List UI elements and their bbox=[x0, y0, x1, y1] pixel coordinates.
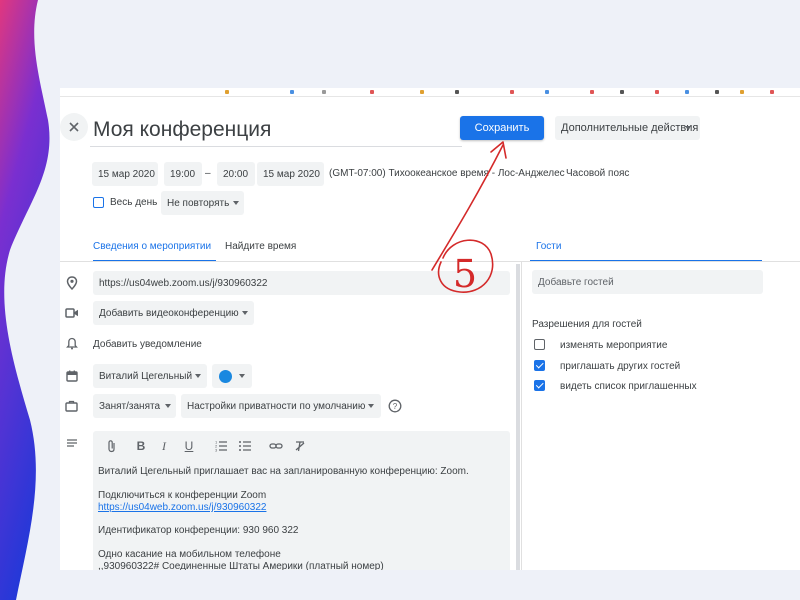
numbered-list-icon[interactable]: 1 2 3 bbox=[214, 439, 228, 453]
calendar-event-editor: Моя конференция Сохранить Дополнительные… bbox=[60, 88, 800, 570]
repeat-dropdown[interactable]: Не повторять bbox=[161, 191, 244, 215]
more-actions-dropdown[interactable]: Дополнительные действия bbox=[555, 116, 700, 140]
description-line: Подключиться к конференции Zoom bbox=[98, 490, 267, 501]
start-time-field[interactable]: 19:00 bbox=[164, 162, 202, 186]
permission-invite-label: приглашать других гостей bbox=[560, 361, 681, 372]
description-editor[interactable]: B I U 1 2 3 Виталий Цегельный приглашает… bbox=[93, 431, 510, 570]
close-button[interactable] bbox=[60, 113, 88, 141]
tab-event-details[interactable]: Сведения о мероприятии bbox=[93, 241, 211, 252]
svg-text:3: 3 bbox=[215, 448, 218, 453]
permission-modify-label: изменять мероприятие bbox=[560, 340, 668, 351]
description-line: ,,930960322# Соединенные Штаты Америки (… bbox=[98, 561, 384, 570]
title-underline bbox=[90, 146, 462, 147]
description-link[interactable]: https://us04web.zoom.us/j/930960322 bbox=[98, 502, 266, 513]
chevron-down-icon bbox=[239, 374, 245, 378]
event-color-swatch bbox=[219, 369, 232, 383]
busy-status-dropdown[interactable]: Занят/занята bbox=[93, 394, 176, 418]
guest-permissions-title: Разрешения для гостей bbox=[532, 319, 642, 330]
privacy-dropdown[interactable]: Настройки приватности по умолчанию bbox=[181, 394, 381, 418]
timezone-link[interactable]: Часовой пояс bbox=[566, 168, 629, 179]
chevron-down-icon bbox=[368, 404, 374, 408]
chevron-down-icon bbox=[165, 404, 171, 408]
more-actions-label: Дополнительные действия bbox=[561, 122, 699, 134]
all-day-checkbox[interactable] bbox=[93, 197, 104, 208]
end-date-field[interactable]: 15 мар 2020 bbox=[257, 162, 324, 186]
all-day-label: Весь день bbox=[110, 197, 158, 208]
busy-status-label: Занят/занята bbox=[99, 400, 161, 412]
calendar-owner-label: Виталий Цегельный bbox=[99, 370, 193, 382]
add-video-label: Добавить видеоконференцию bbox=[99, 307, 239, 319]
event-title-input[interactable]: Моя конференция bbox=[93, 118, 271, 142]
time-range-dash: – bbox=[205, 168, 211, 179]
add-guests-input[interactable]: Добавьте гостей bbox=[532, 270, 763, 294]
panel-divider bbox=[521, 262, 522, 570]
add-notification-link[interactable]: Добавить уведомление bbox=[93, 339, 202, 350]
permission-invite-checkbox[interactable] bbox=[534, 360, 545, 371]
bold-icon[interactable]: B bbox=[134, 439, 148, 453]
tab-guests[interactable]: Гости bbox=[536, 241, 561, 252]
description-line: Идентификатор конференции: 930 960 322 bbox=[98, 525, 299, 536]
chevron-down-icon bbox=[242, 311, 248, 315]
italic-icon[interactable]: I bbox=[157, 439, 171, 453]
help-circle-icon[interactable]: ? bbox=[388, 399, 402, 413]
svg-text:?: ? bbox=[393, 402, 398, 411]
repeat-value: Не повторять bbox=[167, 197, 230, 209]
save-button[interactable]: Сохранить bbox=[460, 116, 544, 140]
description-line: Одно касание на мобильном телефоне bbox=[98, 549, 281, 560]
close-icon bbox=[69, 122, 79, 132]
end-time-field[interactable]: 20:00 bbox=[217, 162, 255, 186]
video-camera-icon bbox=[65, 308, 78, 318]
permission-see-list-label: видеть список приглашенных bbox=[560, 381, 697, 392]
event-color-dropdown[interactable] bbox=[212, 364, 252, 388]
chevron-down-icon bbox=[233, 201, 239, 205]
location-input[interactable]: https://us04web.zoom.us/j/930960322 bbox=[93, 271, 510, 295]
details-scrollbar[interactable] bbox=[516, 264, 520, 570]
chevron-down-icon bbox=[685, 126, 691, 130]
permission-see-list-checkbox[interactable] bbox=[534, 380, 545, 391]
bell-icon bbox=[66, 337, 78, 350]
timezone-label[interactable]: (GMT-07:00) Тихоокеанское время - Лос-Ан… bbox=[329, 168, 565, 179]
bulleted-list-icon[interactable] bbox=[238, 439, 252, 453]
calendar-icon bbox=[66, 370, 78, 382]
briefcase-icon bbox=[65, 400, 78, 412]
clear-formatting-icon[interactable] bbox=[293, 439, 307, 453]
calendar-owner-dropdown[interactable]: Виталий Цегельный bbox=[93, 364, 207, 388]
location-pin-icon bbox=[66, 276, 78, 290]
start-date-field[interactable]: 15 мар 2020 bbox=[92, 162, 158, 186]
link-icon[interactable] bbox=[269, 439, 283, 453]
permission-modify-checkbox[interactable] bbox=[534, 339, 545, 350]
add-video-conference-dropdown[interactable]: Добавить видеоконференцию bbox=[93, 301, 254, 325]
browser-bookmarks-strip bbox=[60, 88, 800, 97]
notes-lines-icon bbox=[67, 439, 77, 447]
tabs-divider bbox=[60, 261, 800, 262]
chevron-down-icon bbox=[195, 374, 201, 378]
tab-find-time[interactable]: Найдите время bbox=[225, 241, 296, 252]
attachment-icon[interactable] bbox=[105, 439, 119, 453]
privacy-label: Настройки приватности по умолчанию bbox=[187, 400, 366, 412]
description-line: Виталий Цегельный приглашает вас на запл… bbox=[98, 466, 469, 477]
underline-icon[interactable]: U bbox=[182, 439, 196, 453]
